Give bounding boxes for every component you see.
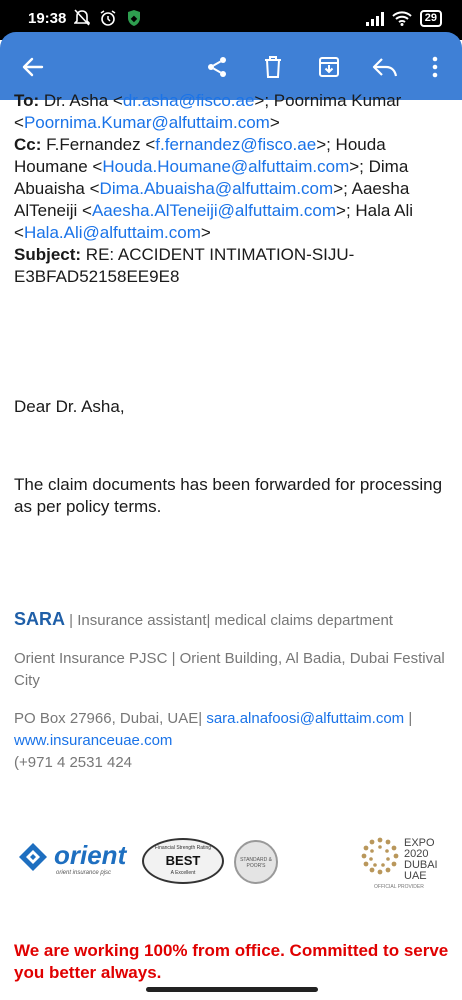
email-link[interactable]: Hala.Ali@alfuttaim.com	[24, 223, 201, 242]
cc-text: F.Fernandez <	[41, 135, 156, 154]
status-right-icons: 29	[365, 10, 442, 27]
email-link[interactable]: dr.asha@fisco.ae	[123, 91, 255, 110]
signature-po-box: PO Box 27966, Dubai, UAE|	[14, 710, 207, 727]
archive-icon	[319, 57, 339, 77]
battery-indicator: 29	[419, 10, 442, 27]
status-time: 19:38	[28, 10, 67, 27]
orient-wordmark: orient	[54, 840, 127, 870]
signature-title: SARA | Insurance assistant| medical clai…	[14, 608, 448, 632]
subject-label: Subject:	[14, 245, 82, 264]
office-banner: We are working 100% from office. Committ…	[14, 941, 449, 982]
reply-button[interactable]	[368, 50, 402, 84]
greeting: Dear Dr. Asha,	[14, 397, 125, 416]
cc-line: Cc: F.Fernandez <f.fernandez@fisco.ae>; …	[14, 134, 448, 244]
ambest-label: BEST	[165, 853, 201, 868]
to-label: To:	[14, 91, 40, 110]
ambest-bottom: A Excellent	[170, 870, 196, 876]
delete-button[interactable]	[256, 50, 290, 84]
home-indicator[interactable]	[146, 987, 318, 992]
email-link[interactable]: Dima.Abuaisha@alfuttaim.com	[100, 179, 334, 198]
signature-logos: orient orient insurance pjsc Financial S…	[0, 830, 462, 900]
website-link[interactable]: www.insuranceuae.com	[14, 732, 172, 749]
email-link[interactable]: Houda.Houmane@alfuttaim.com	[102, 157, 349, 176]
more-vertical-icon	[432, 56, 438, 78]
cc-text: >	[200, 223, 211, 242]
orient-diamond-icon	[19, 843, 47, 871]
reply-icon	[372, 58, 398, 77]
share-icon	[208, 57, 226, 77]
email-link[interactable]: Aaesha.AlTeneiji@alfuttaim.com	[92, 201, 336, 220]
expo-country: UAE	[404, 870, 427, 882]
signature-email-link[interactable]: sara.alnafoosi@alfuttaim.com	[206, 710, 404, 727]
signature-role: | Insurance assistant| medical claims de…	[65, 612, 393, 629]
arrow-left-icon	[22, 57, 44, 77]
to-text: Dr. Asha <	[39, 91, 123, 110]
signature-contact: PO Box 27966, Dubai, UAE| sara.alnafoosi…	[14, 708, 448, 774]
expo-2020-logo: EXPO 2020 DUBAI UAE OFFICIAL PROVIDER	[360, 834, 440, 894]
subject-line: Subject: RE: ACCIDENT INTIMATION-SIJU-E3…	[14, 244, 448, 288]
signal-icon	[365, 11, 384, 26]
status-left-icons: ◆	[74, 9, 142, 27]
ambest-badge: Financial Strength Rating BEST A Excelle…	[142, 838, 224, 884]
message-text: The claim documents has been forwarded f…	[14, 475, 443, 516]
trash-icon	[265, 56, 281, 78]
expo-ring-icon	[361, 837, 399, 875]
orient-logo: orient orient insurance pjsc	[18, 840, 133, 884]
signature-separator: |	[404, 710, 413, 727]
sp-label: STANDARD & POOR'S	[240, 857, 272, 869]
archive-button[interactable]	[312, 50, 346, 84]
sp-seal: STANDARD & POOR'S	[234, 840, 278, 884]
back-button[interactable]	[16, 50, 50, 84]
svg-text:◆: ◆	[130, 14, 138, 23]
email-body: To: Dr. Asha <dr.asha@fisco.ae>; Poornim…	[14, 90, 448, 774]
cc-label: Cc:	[14, 135, 42, 154]
ambest-top: Financial Strength Rating	[154, 845, 212, 851]
email-link[interactable]: f.fernandez@fisco.ae	[155, 135, 316, 154]
signature-name: SARA	[14, 609, 66, 629]
share-button[interactable]	[200, 50, 234, 84]
mute-notifications-icon	[74, 9, 90, 26]
more-options-button[interactable]	[418, 50, 452, 84]
signature-company: Orient Insurance PJSC | Orient Building,…	[14, 650, 445, 689]
signature-phone: (+971 4 2531 424	[14, 754, 133, 771]
expo-text: EXPO 2020 DUBAI UAE	[404, 838, 438, 882]
expo-subtitle: OFFICIAL PROVIDER	[374, 884, 424, 890]
shield-app-icon: ◆	[128, 10, 140, 26]
orient-subtitle: orient insurance pjsc	[56, 870, 112, 876]
to-text: >	[269, 113, 280, 132]
email-link[interactable]: Poornima.Kumar@alfuttaim.com	[24, 113, 270, 132]
alarm-icon	[100, 10, 116, 26]
wifi-icon	[392, 11, 412, 26]
to-line: To: Dr. Asha <dr.asha@fisco.ae>; Poornim…	[14, 90, 448, 134]
